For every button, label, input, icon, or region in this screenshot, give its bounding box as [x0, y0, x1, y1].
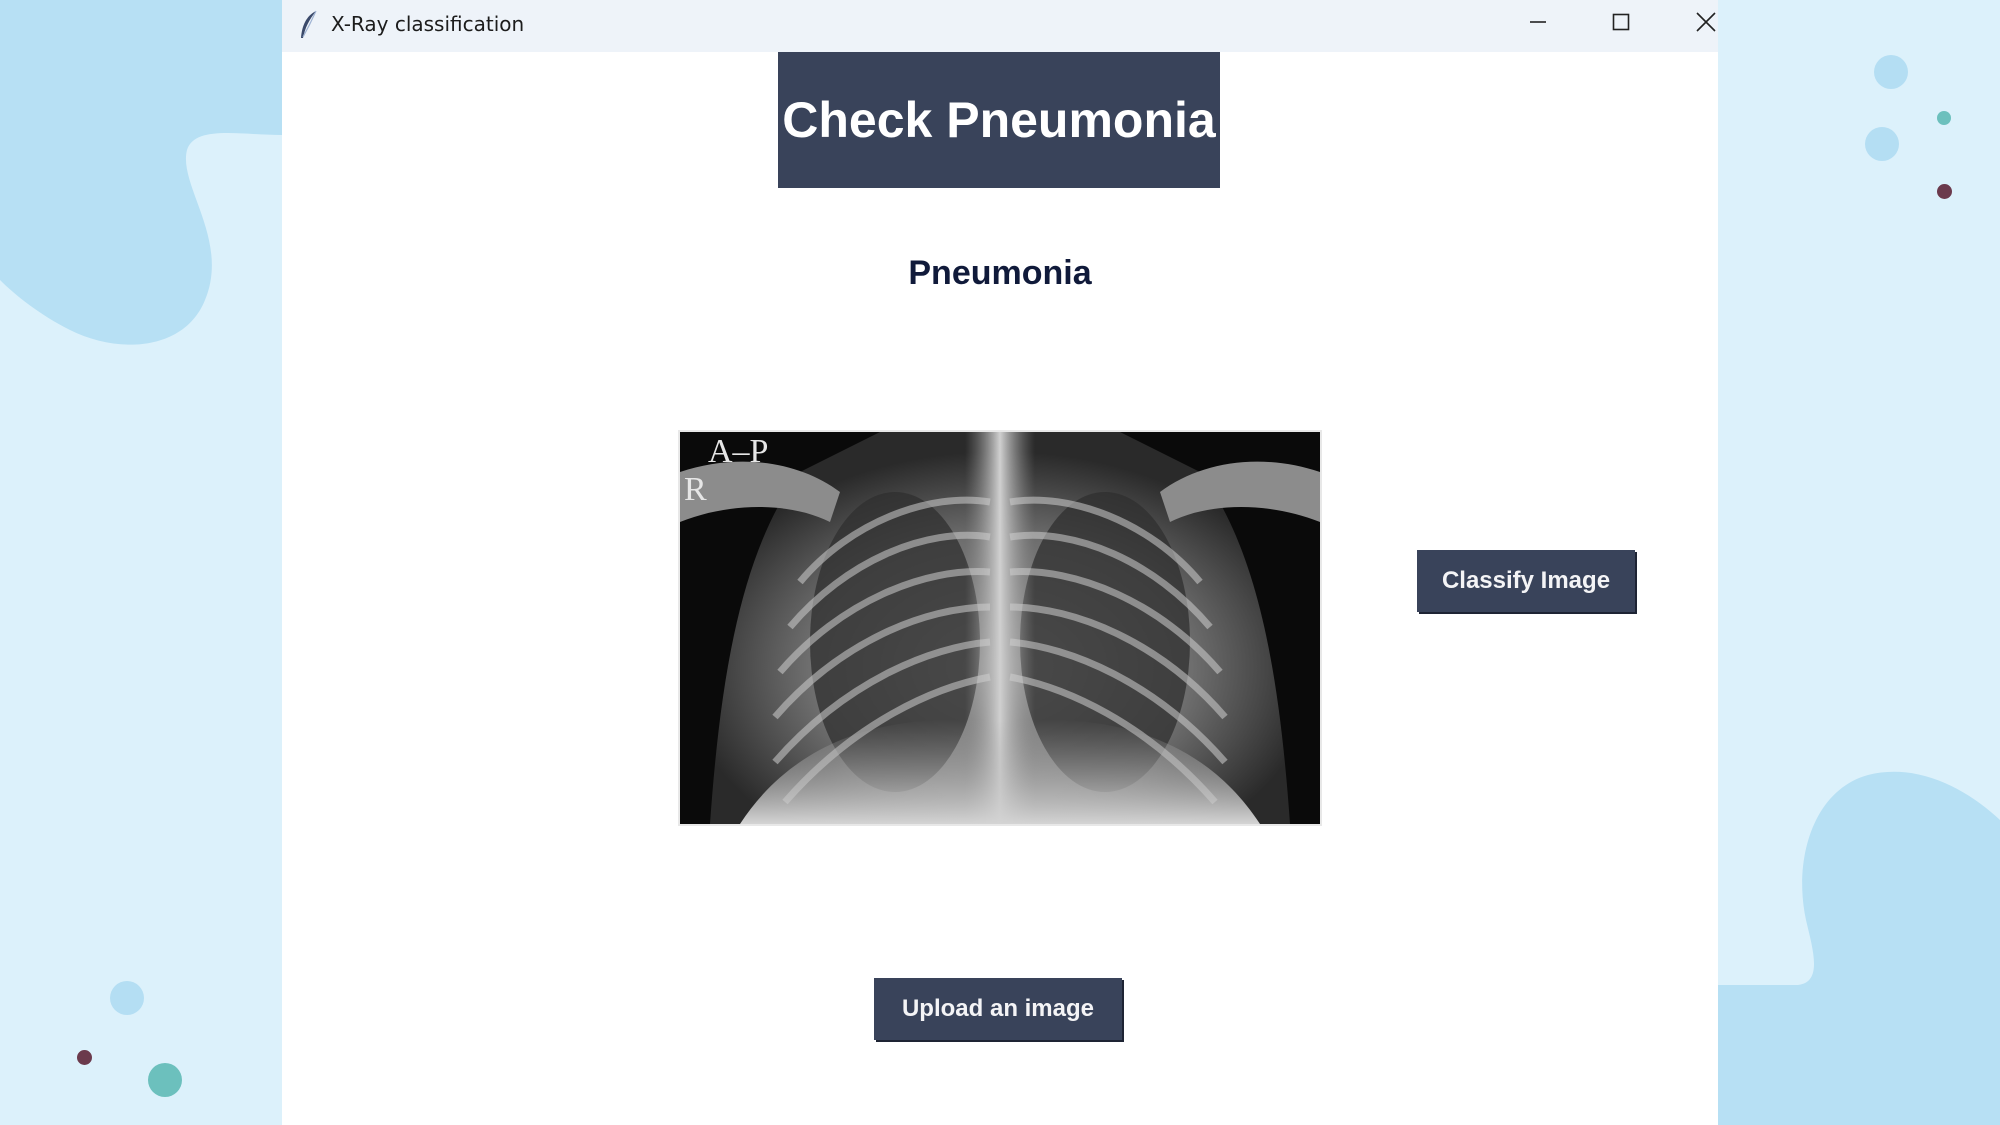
close-button[interactable]: [1676, 0, 1718, 48]
background-blob-top-left: [0, 0, 282, 345]
decor-dot: [110, 981, 144, 1015]
minimize-button[interactable]: [1508, 0, 1568, 48]
maximize-icon: [1611, 12, 1631, 37]
window-title: X-Ray classification: [331, 12, 525, 36]
minimize-icon: [1528, 12, 1548, 37]
title-bar: X-Ray classification: [282, 0, 1718, 52]
decor-dot: [1874, 55, 1908, 89]
background-blob-bottom-right: [1718, 771, 2000, 1125]
decor-dot: [77, 1050, 92, 1065]
classify-image-button[interactable]: Classify Image: [1417, 550, 1635, 612]
classification-result: Pneumonia: [908, 254, 1092, 292]
maximize-button[interactable]: [1591, 0, 1651, 48]
xray-image: A–P R: [678, 430, 1322, 826]
app-window: X-Ray classification Check Pneumonia Pne…: [282, 0, 1718, 1125]
upload-image-button[interactable]: Upload an image: [874, 978, 1122, 1040]
xray-side-marker: R: [684, 471, 707, 508]
decor-dot: [148, 1063, 182, 1097]
decor-dot: [1865, 127, 1899, 161]
decor-dot: [1937, 184, 1952, 199]
close-icon: [1695, 11, 1717, 38]
decor-dot: [1937, 111, 1951, 125]
xray-view-marker: A–P: [708, 433, 768, 470]
feather-icon: [298, 10, 320, 40]
page-title: Check Pneumonia: [778, 52, 1220, 188]
